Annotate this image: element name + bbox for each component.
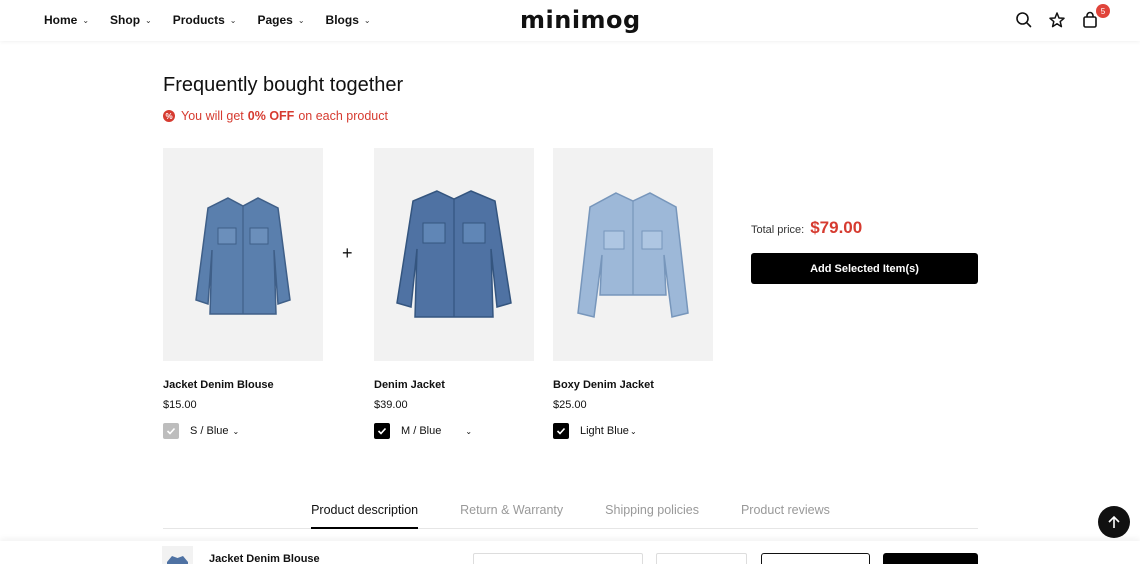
product-checkbox[interactable]	[553, 423, 569, 439]
nav-label: Home	[44, 13, 78, 27]
site-header: Home ⌄ Shop ⌄ Products ⌄ Pages ⌄ Blogs ⌄ mini…	[0, 0, 1140, 41]
nav-products[interactable]: Products ⌄	[173, 13, 237, 27]
product-price: $39.00	[374, 399, 408, 411]
variant-label: M / Blue	[401, 425, 442, 437]
sticky-product-name: Jacket Denim Blouse	[209, 553, 320, 564]
nav-label: Blogs	[325, 13, 359, 27]
product-card: Jacket Denim Blouse $15.00	[163, 148, 323, 411]
cart-icon[interactable]: 5	[1080, 4, 1110, 30]
variant-select[interactable]: S / Blue ⌄	[190, 425, 239, 437]
jacket-image	[167, 556, 188, 564]
discount-badge-icon: %	[163, 110, 175, 122]
jacket-image	[195, 196, 291, 315]
chevron-down-icon: ⌄	[232, 427, 240, 436]
section-title: Frequently bought together	[163, 74, 404, 96]
product-variant-row: Light Blue⌄	[553, 423, 637, 439]
variant-select[interactable]: M / Blue ⌄	[401, 425, 472, 437]
cart-count-badge: 5	[1096, 4, 1110, 18]
tab-return-warranty[interactable]: Return & Warranty	[460, 500, 563, 529]
product-image[interactable]	[374, 148, 534, 361]
nav-shop[interactable]: Shop ⌄	[110, 13, 152, 27]
sticky-buy-now-button[interactable]	[883, 553, 978, 564]
check-icon	[556, 427, 566, 435]
nav-label: Products	[172, 13, 225, 27]
product-name[interactable]: Denim Jacket	[374, 379, 534, 391]
product-checkbox[interactable]	[374, 423, 390, 439]
tab-product-description[interactable]: Product description	[311, 500, 419, 529]
main-nav: Home ⌄ Shop ⌄ Products ⌄ Pages ⌄ Blogs ⌄	[44, 0, 392, 40]
nav-pages[interactable]: Pages ⌄	[257, 13, 304, 27]
nav-label: Pages	[257, 13, 293, 27]
product-image[interactable]	[163, 148, 323, 361]
total-price: Total price: $79.00	[751, 218, 862, 238]
nav-blogs[interactable]: Blogs ⌄	[326, 13, 371, 27]
product-variant-row: S / Blue ⌄	[163, 423, 239, 439]
product-checkbox[interactable]	[163, 423, 179, 439]
chevron-down-icon: ⌄	[629, 427, 637, 436]
product-price: $25.00	[553, 399, 587, 411]
search-icon[interactable]	[1014, 10, 1034, 30]
variant-label: Light Blue	[580, 425, 629, 437]
nav-home[interactable]: Home ⌄	[44, 13, 89, 27]
sticky-add-to-cart-button[interactable]	[761, 553, 870, 564]
sticky-variant-select[interactable]	[473, 553, 643, 564]
discount-suffix: on each product	[298, 109, 388, 123]
product-price: $15.00	[163, 399, 197, 411]
star-icon[interactable]	[1047, 10, 1067, 30]
sticky-product-thumbnail	[162, 546, 193, 564]
chevron-down-icon: ⌄	[297, 15, 305, 25]
discount-value: 0% OFF	[247, 109, 295, 123]
plus-icon: +	[342, 243, 353, 263]
jacket-image	[396, 189, 512, 318]
tab-shipping-policies[interactable]: Shipping policies	[605, 500, 699, 529]
tab-product-reviews[interactable]: Product reviews	[741, 500, 830, 529]
header-icons: 5	[1001, 4, 1110, 30]
chevron-down-icon: ⌄	[229, 15, 237, 25]
sticky-add-to-cart-bar: Jacket Denim Blouse	[0, 541, 1140, 564]
variant-select[interactable]: Light Blue⌄	[580, 425, 637, 437]
product-name[interactable]: Jacket Denim Blouse	[163, 379, 323, 391]
arrow-up-icon	[1108, 515, 1120, 528]
site-logo[interactable]: minimog	[520, 6, 641, 34]
total-price-value: $79.00	[810, 218, 863, 237]
chevron-down-icon: ⌄	[465, 427, 473, 436]
product-name[interactable]: Boxy Denim Jacket	[553, 379, 713, 391]
product-variant-row: M / Blue ⌄	[374, 423, 472, 439]
product-card: Denim Jacket $39.00	[374, 148, 534, 411]
check-icon	[166, 427, 176, 435]
variant-label: S / Blue	[190, 425, 229, 437]
product-image[interactable]	[553, 148, 713, 361]
chevron-down-icon: ⌄	[363, 15, 371, 25]
add-selected-button[interactable]: Add Selected Item(s)	[751, 253, 978, 284]
discount-prefix: You will get	[181, 109, 244, 123]
nav-label: Shop	[110, 13, 141, 27]
check-icon	[377, 427, 387, 435]
product-tabs: Product description Return & Warranty Sh…	[163, 500, 978, 529]
jacket-image	[577, 191, 689, 318]
sticky-quantity-select[interactable]	[656, 553, 747, 564]
back-to-top-button[interactable]	[1098, 506, 1130, 538]
total-price-label: Total price:	[751, 224, 805, 236]
chevron-down-icon: ⌄	[145, 15, 152, 25]
discount-notice: % You will get 0% OFF on each product	[163, 109, 388, 123]
product-card: Boxy Denim Jacket $25.00	[553, 148, 713, 411]
chevron-down-icon: ⌄	[82, 15, 90, 25]
